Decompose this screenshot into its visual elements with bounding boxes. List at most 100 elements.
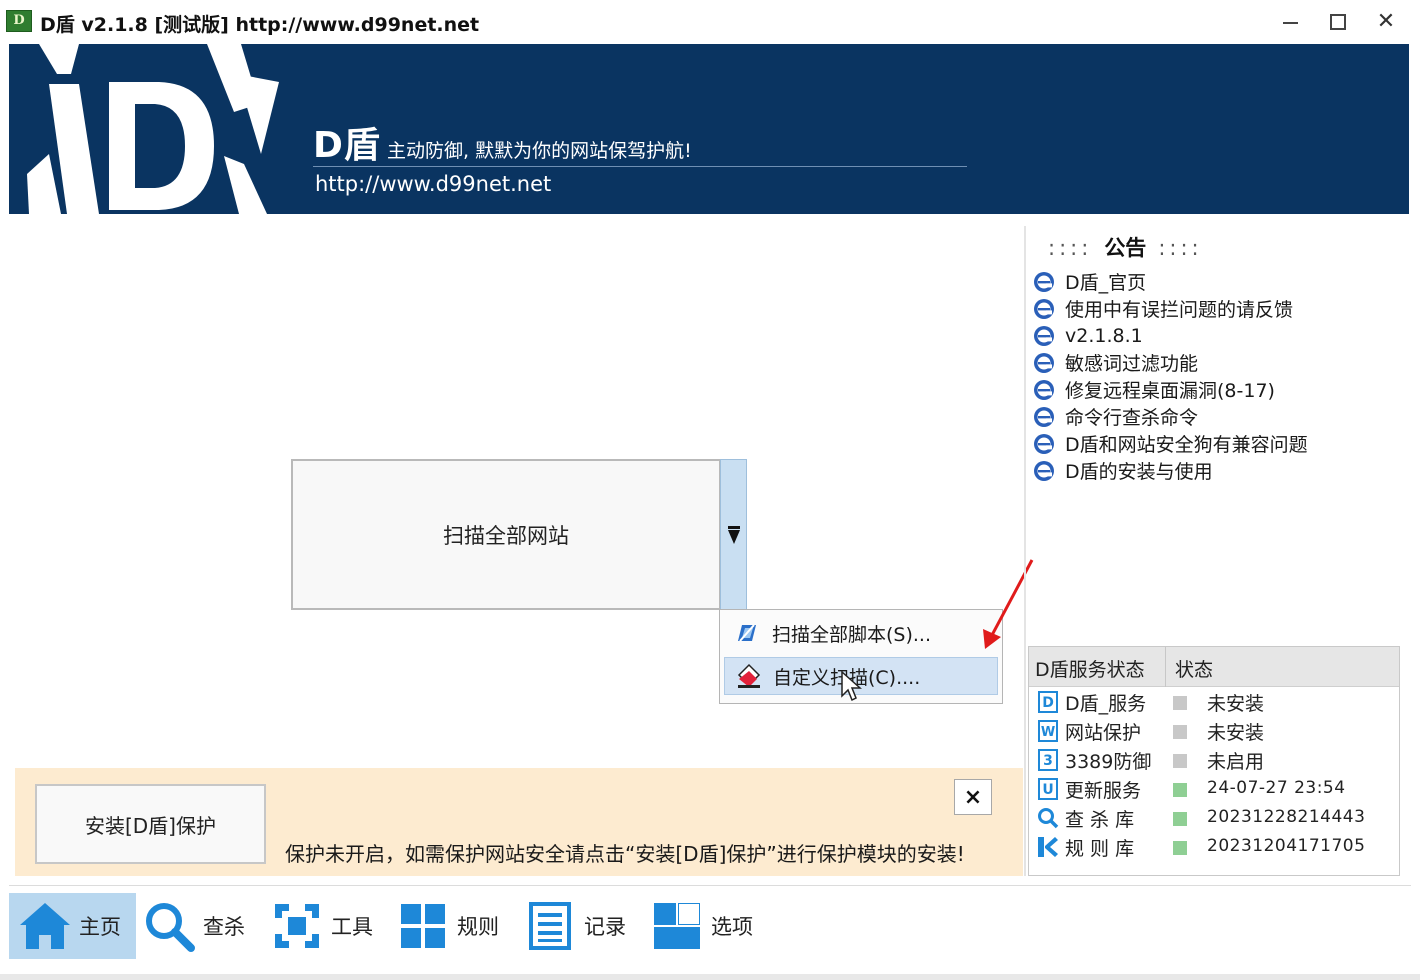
nav-item-scan[interactable]: 查杀 bbox=[141, 893, 261, 959]
scan-all-sites-button[interactable]: 扫描全部网站 bbox=[291, 459, 721, 610]
options-icon bbox=[649, 898, 705, 954]
nav-item-label: 选项 bbox=[711, 915, 753, 939]
search-library-icon bbox=[1037, 806, 1059, 830]
nav-item-label: 记录 bbox=[584, 915, 626, 939]
svg-text:D: D bbox=[1042, 695, 1054, 711]
notice-item[interactable]: D盾_官页 bbox=[1032, 268, 1308, 295]
brand-slogan: 主动防御, 默默为你的网站保驾护航! bbox=[387, 140, 692, 162]
browser-e-icon bbox=[1032, 297, 1056, 321]
notice-colons-right: :::: bbox=[1158, 236, 1203, 260]
window-title: D盾 v2.1.8 [测试版] http://www.d99net.net bbox=[40, 14, 480, 36]
app-logo-icon: D bbox=[6, 10, 32, 32]
notice-item[interactable]: D盾和网站安全狗有兼容问题 bbox=[1032, 430, 1308, 457]
nav-item-rules[interactable]: 规则 bbox=[395, 893, 515, 959]
annotation-arrow-icon bbox=[983, 559, 1034, 649]
status-row: 查 杀 库 20231228214443 bbox=[1029, 804, 1399, 833]
service-w-icon: W bbox=[1037, 719, 1059, 743]
column-header-status[interactable]: 状态 bbox=[1175, 655, 1213, 682]
close-icon[interactable]: ✕ bbox=[1366, 6, 1406, 38]
browser-e-icon bbox=[1032, 459, 1056, 483]
status-indicator bbox=[1173, 696, 1187, 710]
warning-message: 保护未开启，如需保护网站安全请点击“安装[D盾]保护”进行保护模块的安装! bbox=[285, 842, 965, 866]
service-name: D盾_服务 bbox=[1065, 693, 1147, 715]
script-scan-icon bbox=[724, 614, 772, 652]
browser-e-icon bbox=[1032, 432, 1056, 456]
search-icon bbox=[141, 898, 197, 954]
notice-item-label: D盾的安装与使用 bbox=[1065, 461, 1213, 483]
nav-item-log[interactable]: 记录 bbox=[522, 893, 642, 959]
banner-divider bbox=[313, 166, 967, 167]
status-indicator bbox=[1173, 754, 1187, 768]
status-row: 3 3389防御 未启用 bbox=[1029, 746, 1399, 775]
nav-item-label: 查杀 bbox=[203, 915, 245, 939]
notice-heading: :::: 公告:::: bbox=[1048, 232, 1203, 262]
notice-item-label: v2.1.8.1 bbox=[1065, 324, 1143, 347]
nav-item-tools[interactable]: 工具 bbox=[269, 893, 389, 959]
nav-item-label: 主页 bbox=[79, 915, 121, 939]
nav-divider bbox=[9, 885, 1411, 886]
menu-item-label: 扫描全部脚本(S)... bbox=[772, 623, 932, 646]
notice-item-label: 命令行查杀命令 bbox=[1065, 407, 1199, 429]
minimize-icon[interactable] bbox=[1270, 6, 1310, 38]
service-name: 规 则 库 bbox=[1065, 838, 1135, 860]
notice-item[interactable]: D盾的安装与使用 bbox=[1032, 457, 1308, 484]
rules-icon bbox=[395, 898, 451, 954]
custom-scan-icon bbox=[725, 657, 773, 695]
service-status-table: D盾服务状态 状态 D D盾_服务 未安装 W 网站保护 未安装 3 3389防… bbox=[1028, 646, 1400, 876]
title-bar: D D盾 v2.1.8 [测试版] http://www.d99net.net … bbox=[0, 0, 1420, 44]
maximize-icon[interactable] bbox=[1318, 6, 1358, 38]
service-d-icon: D bbox=[1037, 690, 1059, 714]
status-indicator bbox=[1173, 725, 1187, 739]
browser-e-icon bbox=[1032, 351, 1056, 375]
service-status: 未启用 bbox=[1207, 751, 1265, 773]
log-icon bbox=[522, 898, 578, 954]
status-table-header: D盾服务状态 状态 bbox=[1029, 647, 1399, 687]
notice-list: D盾_官页 使用中有误拦问题的请反馈 v2.1.8.1 敏感词过滤功能 修复远程… bbox=[1032, 268, 1308, 484]
window-bottom-edge bbox=[0, 974, 1420, 980]
nav-item-label: 规则 bbox=[457, 915, 499, 939]
status-indicator bbox=[1173, 783, 1187, 797]
service-name: 3389防御 bbox=[1065, 751, 1152, 773]
column-separator[interactable] bbox=[1165, 647, 1166, 687]
service-status: 未安装 bbox=[1207, 693, 1265, 715]
notice-item-label: 修复远程桌面漏洞(8-17) bbox=[1065, 380, 1275, 402]
header-banner: D盾 主动防御, 默默为你的网站保驾护航! http://www.d99net.… bbox=[9, 44, 1409, 214]
notice-item[interactable]: 使用中有误拦问题的请反馈 bbox=[1032, 295, 1308, 322]
scan-dropdown-menu: 扫描全部脚本(S)... 自定义扫描(C).... bbox=[719, 609, 1003, 704]
notice-item[interactable]: 敏感词过滤功能 bbox=[1032, 349, 1308, 376]
menu-item-scan-all-scripts[interactable]: 扫描全部脚本(S)... bbox=[724, 614, 998, 652]
status-indicator bbox=[1173, 841, 1187, 855]
brand-name: D盾 bbox=[313, 125, 381, 166]
nav-item-home[interactable]: 主页 bbox=[9, 893, 136, 959]
nav-item-label: 工具 bbox=[331, 915, 373, 939]
rules-library-icon bbox=[1037, 835, 1059, 859]
service-status: 20231228214443 bbox=[1207, 807, 1366, 827]
notice-item-label: D盾_官页 bbox=[1065, 272, 1147, 294]
status-row: U 更新服务 24-07-27 23:54 bbox=[1029, 775, 1399, 804]
scan-dropdown-toggle[interactable] bbox=[720, 459, 747, 610]
column-header-service[interactable]: D盾服务状态 bbox=[1035, 655, 1145, 682]
svg-text:3: 3 bbox=[1043, 753, 1053, 769]
panel-divider bbox=[1024, 226, 1026, 876]
website-url[interactable]: http://www.d99net.net bbox=[315, 172, 551, 196]
dropdown-arrow-icon bbox=[727, 525, 740, 544]
notice-item[interactable]: 命令行查杀命令 bbox=[1032, 403, 1308, 430]
service-name: 查 杀 库 bbox=[1065, 809, 1135, 831]
notice-item[interactable]: v2.1.8.1 bbox=[1032, 322, 1308, 349]
notice-item-label: 使用中有误拦问题的请反馈 bbox=[1065, 299, 1294, 321]
d-shield-logo-icon bbox=[27, 44, 279, 214]
service-3389-icon: 3 bbox=[1037, 748, 1059, 772]
notice-item-label: 敏感词过滤功能 bbox=[1065, 353, 1199, 375]
notice-item[interactable]: 修复远程桌面漏洞(8-17) bbox=[1032, 376, 1308, 403]
status-row: D D盾_服务 未安装 bbox=[1029, 688, 1399, 717]
service-status: 24-07-27 23:54 bbox=[1207, 778, 1346, 798]
notice-item-label: D盾和网站安全狗有兼容问题 bbox=[1065, 434, 1308, 456]
close-warning-button[interactable]: × bbox=[954, 779, 992, 815]
browser-e-icon bbox=[1032, 378, 1056, 402]
tools-icon bbox=[269, 898, 325, 954]
service-update-icon: U bbox=[1037, 777, 1059, 801]
install-protection-button[interactable]: 安装[D盾]保护 bbox=[35, 784, 266, 864]
status-row: 规 则 库 20231204171705 bbox=[1029, 833, 1399, 862]
nav-item-options[interactable]: 选项 bbox=[649, 893, 769, 959]
notice-title: 公告 bbox=[1104, 236, 1147, 260]
